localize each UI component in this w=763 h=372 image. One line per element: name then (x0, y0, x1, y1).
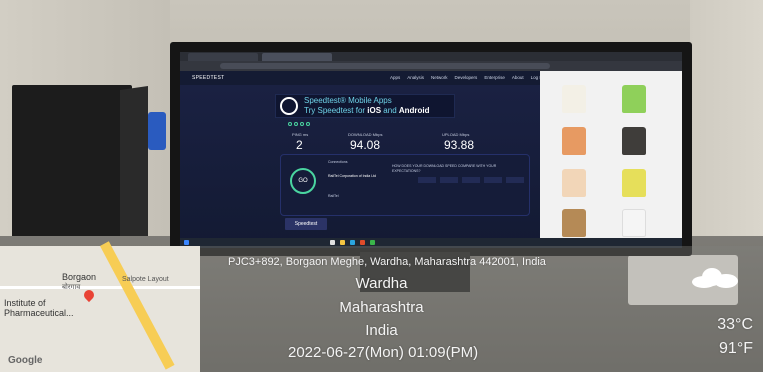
product-image (562, 209, 586, 237)
product-image (562, 85, 586, 113)
product-image (562, 169, 586, 197)
site-logo: SPEEDTEST (192, 75, 225, 81)
product-image (562, 127, 586, 155)
taskbar-icon (330, 240, 335, 245)
ping-label: PING ms (292, 132, 309, 137)
product-image (622, 85, 646, 113)
nav-item: Developers (454, 75, 478, 80)
taskbar-icon (360, 240, 365, 245)
product-image (622, 127, 646, 155)
speaker (12, 85, 132, 255)
nav-item: About (511, 75, 524, 80)
browser-tab-bar (180, 52, 682, 61)
site-nav: Apps Analysis Network Developers Enterpr… (390, 75, 543, 80)
google-logo: Google (8, 355, 43, 366)
promo-title: Speedtest® Mobile Apps (304, 96, 392, 105)
speaker-side (120, 86, 148, 250)
caption-address: PJC3+892, Borgaon Meghe, Wardha, Maharas… (228, 256, 546, 268)
download-label: DOWNLOAD Mbps (348, 132, 383, 137)
taskbar-icon (340, 240, 345, 245)
cloud-icon (692, 266, 738, 288)
upload-label: UPLOAD Mbps (442, 132, 470, 137)
map-place-local: बोरगाव (62, 284, 81, 291)
product-grid (540, 71, 682, 248)
nav-item: Network (431, 75, 448, 80)
caption-datetime: 2022-06-27(Mon) 01:09(PM) (288, 344, 479, 361)
temperature-fahrenheit: 91°F (719, 340, 753, 357)
download-value: 94.08 (350, 138, 381, 152)
speedtest-chip: Speedtest (285, 218, 327, 230)
server-name: RailTel (328, 194, 339, 198)
product-image (622, 209, 646, 237)
rating-boxes (418, 177, 524, 183)
monitor-screen: SPEEDTEST Apps Analysis Network Develope… (180, 52, 682, 248)
nav-item: Analysis (407, 75, 425, 80)
speedometer-icon (280, 97, 298, 115)
map-street-label: Salpote Layout (122, 276, 169, 283)
go-button: GO (290, 168, 316, 194)
taskbar-icon (370, 240, 375, 245)
provider-name: RailTel Corporation of India Ltd (328, 174, 377, 178)
ping-value: 2 (296, 138, 303, 152)
photo-scene: SPEEDTEST Apps Analysis Network Develope… (0, 0, 763, 372)
connections-label: Connections (328, 160, 348, 164)
upload-value: 93.88 (444, 138, 475, 152)
address-bar (220, 63, 550, 69)
browser-tab (188, 53, 258, 61)
windows-start-icon (184, 240, 189, 245)
caption-country: India (365, 322, 398, 339)
map-place-name: Borgaon (62, 272, 97, 282)
caption-city: Wardha (355, 275, 408, 292)
nav-item: Enterprise (484, 75, 505, 80)
temperature-celsius: 33°C (717, 316, 753, 333)
promo-subtitle: Try Speedtest for iOS and Android (304, 106, 430, 115)
map-road (0, 286, 200, 289)
map-institute: Institute of Pharmaceutical... (4, 298, 74, 318)
caption-state: Maharashtra (339, 299, 424, 316)
nav-item: Apps (390, 75, 401, 80)
product-image (622, 169, 646, 197)
browser-tab-active (262, 53, 332, 61)
result-dots (288, 122, 310, 126)
taskbar-icon (350, 240, 355, 245)
network-cable (148, 112, 166, 150)
background-wall-right (690, 0, 763, 250)
expectation-question: HOW DOES YOUR DOWNLOAD SPEED COMPARE WIT… (392, 164, 497, 173)
